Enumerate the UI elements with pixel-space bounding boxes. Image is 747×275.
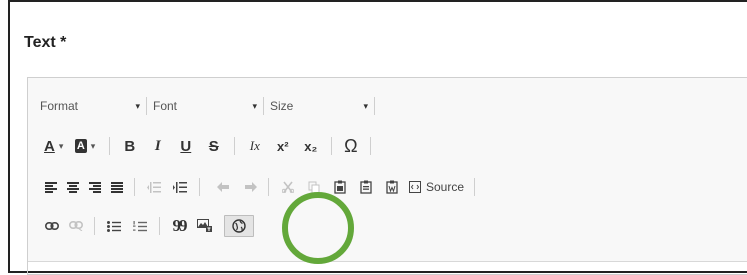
blockquote-button[interactable]: 99 bbox=[166, 215, 192, 237]
toolbar-separator bbox=[108, 137, 110, 155]
justify-button[interactable] bbox=[106, 176, 128, 198]
cut-icon bbox=[282, 181, 294, 193]
rich-text-editor[interactable]: Format ▾ Font ▾ Size ▾ A ▾ A ▾ B I U S I… bbox=[27, 77, 747, 275]
chevron-down-icon: ▾ bbox=[363, 100, 368, 111]
chevron-down-icon[interactable]: ▾ bbox=[91, 136, 103, 156]
outdent-button[interactable] bbox=[141, 176, 167, 198]
image-button[interactable] bbox=[192, 215, 218, 237]
justify-icon bbox=[111, 181, 123, 193]
toolbar-separator bbox=[233, 137, 235, 155]
cut-button[interactable] bbox=[275, 176, 301, 198]
align-left-icon bbox=[45, 181, 57, 193]
italic-button[interactable]: I bbox=[144, 135, 172, 157]
unlink-button[interactable] bbox=[64, 215, 88, 237]
redo-icon bbox=[245, 182, 257, 192]
indent-icon bbox=[173, 181, 187, 193]
indent-button[interactable] bbox=[167, 176, 193, 198]
source-icon bbox=[409, 181, 421, 193]
redo-button[interactable] bbox=[240, 176, 262, 198]
field-label: Text * bbox=[24, 34, 67, 51]
toolbar-separator bbox=[134, 178, 135, 196]
unlink-icon bbox=[69, 221, 83, 231]
numbered-list-button[interactable] bbox=[127, 215, 153, 237]
outdent-icon bbox=[147, 181, 161, 193]
undo-button[interactable] bbox=[206, 176, 240, 198]
size-dropdown-label: Size bbox=[270, 99, 294, 113]
chevron-down-icon[interactable]: ▾ bbox=[59, 136, 71, 156]
toolbar-row-formatting: A ▾ A ▾ B I U S Ix x² x₂ Ω bbox=[40, 135, 377, 157]
toolbar-row-paragraph: Source bbox=[40, 176, 481, 198]
chevron-down-icon: ▾ bbox=[252, 100, 257, 111]
special-character-button[interactable]: Ω bbox=[338, 135, 364, 157]
font-dropdown-label: Font bbox=[153, 99, 178, 113]
align-right-button[interactable] bbox=[84, 176, 106, 198]
toolbar-separator bbox=[474, 178, 476, 196]
source-button[interactable]: Source bbox=[405, 176, 468, 198]
size-dropdown[interactable]: Size ▾ bbox=[270, 96, 368, 116]
source-label: Source bbox=[426, 180, 465, 194]
text-color-button[interactable]: A bbox=[40, 135, 59, 157]
toolbar-separator bbox=[146, 97, 147, 115]
paste-word-icon bbox=[386, 180, 398, 194]
embed-media-button[interactable] bbox=[224, 215, 254, 237]
align-center-button[interactable] bbox=[62, 176, 84, 198]
background-color-icon: A bbox=[74, 139, 87, 153]
toolbar-separator bbox=[159, 217, 160, 235]
editor-toolbar: Format ▾ Font ▾ Size ▾ A ▾ A ▾ B I U S I… bbox=[28, 78, 747, 262]
font-dropdown[interactable]: Font ▾ bbox=[153, 96, 257, 116]
align-center-icon bbox=[67, 181, 79, 193]
toolbar-separator bbox=[369, 137, 371, 155]
paste-word-button[interactable] bbox=[379, 176, 405, 198]
bold-button[interactable]: B bbox=[116, 135, 144, 157]
remove-format-button[interactable]: Ix bbox=[241, 135, 269, 157]
toolbar-separator bbox=[199, 178, 200, 196]
link-icon bbox=[45, 222, 59, 230]
bulleted-list-icon bbox=[107, 220, 121, 232]
toolbar-row-insert: 99 bbox=[40, 215, 254, 237]
format-dropdown-label: Format bbox=[40, 99, 79, 113]
toolbar-row-styles: Format ▾ Font ▾ Size ▾ bbox=[40, 95, 381, 117]
paste-icon bbox=[334, 180, 346, 194]
toolbar-separator bbox=[268, 178, 269, 196]
paste-text-button[interactable] bbox=[353, 176, 379, 198]
toolbar-separator bbox=[330, 137, 332, 155]
toolbar-separator bbox=[374, 97, 375, 115]
superscript-button[interactable]: x² bbox=[269, 135, 297, 157]
undo-icon bbox=[217, 182, 229, 192]
paste-button[interactable] bbox=[327, 176, 353, 198]
subscript-button[interactable]: x₂ bbox=[297, 135, 325, 157]
align-right-icon bbox=[89, 181, 101, 193]
numbered-list-icon bbox=[133, 220, 147, 231]
paste-text-icon bbox=[360, 180, 372, 194]
align-left-button[interactable] bbox=[40, 176, 62, 198]
globe-icon bbox=[232, 219, 246, 233]
bulleted-list-button[interactable] bbox=[101, 215, 127, 237]
format-dropdown[interactable]: Format ▾ bbox=[40, 96, 140, 116]
toolbar-separator bbox=[263, 97, 264, 115]
chevron-down-icon: ▾ bbox=[135, 100, 140, 111]
copy-button[interactable] bbox=[301, 176, 327, 198]
copy-icon bbox=[308, 181, 320, 193]
background-color-button[interactable]: A bbox=[71, 135, 91, 157]
image-icon bbox=[197, 219, 212, 232]
underline-button[interactable]: U bbox=[172, 135, 200, 157]
link-button[interactable] bbox=[40, 215, 64, 237]
toolbar-separator bbox=[94, 217, 95, 235]
text-color-icon: A bbox=[44, 137, 55, 155]
text-field-panel: Text * Format ▾ Font ▾ Size ▾ A ▾ A ▾ B … bbox=[8, 0, 747, 275]
strikethrough-button[interactable]: S bbox=[200, 135, 228, 157]
